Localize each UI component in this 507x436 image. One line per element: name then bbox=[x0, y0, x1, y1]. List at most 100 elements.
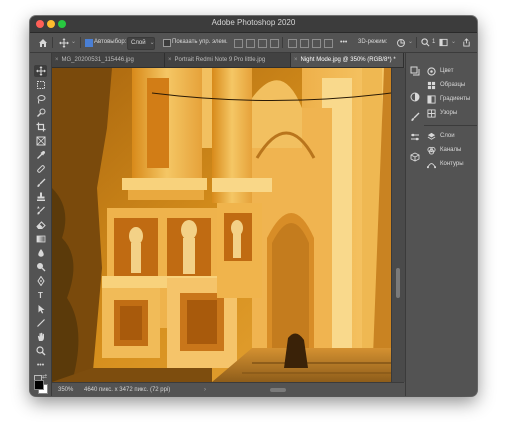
distribute-bottom-icon[interactable] bbox=[312, 39, 321, 48]
options-bar: ⌄ Автовыбор: Слой ⌄ Показать упр. элем. •… bbox=[30, 33, 477, 53]
adjustments-panel-icon[interactable] bbox=[409, 91, 421, 103]
paths-icon bbox=[426, 159, 437, 170]
pen-tool-icon[interactable] bbox=[34, 275, 47, 287]
share-icon[interactable] bbox=[460, 36, 473, 49]
close-tab-icon[interactable]: × bbox=[294, 57, 298, 63]
right-panels: Цвет Образцы Градиенты Узоры Слои Каналы… bbox=[424, 53, 477, 396]
vertical-scrollbar[interactable] bbox=[391, 68, 405, 382]
church-photo bbox=[52, 68, 391, 382]
distribute-spacing-icon[interactable] bbox=[324, 39, 333, 48]
mode-3d-label: 3D-режим: bbox=[358, 39, 388, 45]
panel-label: Слои bbox=[440, 133, 455, 139]
tools-panel: T ••• ⇄ bbox=[30, 53, 52, 396]
align-left-icon[interactable] bbox=[234, 39, 243, 48]
distribute-top-icon[interactable] bbox=[288, 39, 297, 48]
home-icon[interactable] bbox=[36, 36, 49, 49]
history-brush-icon[interactable] bbox=[34, 205, 47, 217]
lasso-tool-icon[interactable] bbox=[34, 93, 47, 105]
channels-icon bbox=[426, 145, 437, 156]
workspace-icon[interactable] bbox=[437, 36, 450, 49]
vertical-scroll-thumb[interactable] bbox=[396, 268, 400, 298]
foreground-color-swatch[interactable] bbox=[34, 380, 44, 390]
panel-item-gradients[interactable]: Градиенты bbox=[426, 93, 476, 105]
brush-tool-icon[interactable] bbox=[34, 177, 47, 189]
marquee-tool-icon[interactable] bbox=[34, 79, 47, 91]
panel-item-swatches[interactable]: Образцы bbox=[426, 79, 476, 91]
path-select-icon[interactable] bbox=[34, 303, 47, 315]
eyedropper-tool-icon[interactable] bbox=[34, 149, 47, 161]
search-icon[interactable] bbox=[419, 36, 432, 49]
options-separator bbox=[52, 37, 53, 48]
photoshop-window: Adobe Photoshop 2020 ⌄ Автовыбор: Слой ⌄ … bbox=[30, 16, 477, 396]
tab-label: MG_20200531_115446.jpg bbox=[61, 57, 134, 63]
zoom-indicator: 1 bbox=[432, 39, 436, 45]
quick-select-tool-icon[interactable] bbox=[34, 107, 47, 119]
align-top-icon[interactable] bbox=[270, 39, 279, 48]
3d-rotate-icon[interactable] bbox=[394, 36, 407, 49]
document-canvas[interactable] bbox=[52, 68, 391, 382]
chevron-right-icon[interactable]: › bbox=[204, 383, 206, 396]
panel-item-paths[interactable]: Контуры bbox=[426, 158, 476, 170]
align-center-icon[interactable] bbox=[246, 39, 255, 48]
panel-label: Градиенты bbox=[440, 96, 471, 102]
panel-label: Узоры bbox=[440, 110, 458, 116]
show-transform-checkbox[interactable] bbox=[163, 39, 171, 47]
clone-stamp-icon[interactable] bbox=[34, 191, 47, 203]
tab-document-2[interactable]: × Portrait Redmi Note 9 Pro little.jpg bbox=[165, 53, 291, 67]
tab-label: Night Mode.jpg @ 350% (RGB/8*) * bbox=[300, 57, 396, 63]
panel-item-layers[interactable]: Слои bbox=[426, 130, 476, 142]
window-title: Adobe Photoshop 2020 bbox=[211, 18, 296, 27]
panel-label: Образцы bbox=[440, 82, 466, 88]
autoselect-label: Автовыбор: bbox=[94, 39, 127, 45]
history-panel-icon[interactable] bbox=[409, 65, 421, 77]
panel-item-color[interactable]: Цвет bbox=[426, 65, 476, 77]
patterns-icon bbox=[426, 108, 437, 119]
move-tool-options-icon[interactable] bbox=[57, 36, 70, 49]
zoom-tool-icon[interactable] bbox=[34, 345, 47, 357]
distribute-middle-icon[interactable] bbox=[300, 39, 309, 48]
chevron-down-icon: ⌄ bbox=[149, 40, 155, 46]
color-wheel-icon bbox=[426, 66, 437, 77]
status-bar: 350% 4640 пикс. x 3472 пикс. (72 ppi) › bbox=[52, 382, 404, 396]
zoom-level[interactable]: 350% bbox=[58, 383, 73, 396]
options-separator bbox=[80, 37, 81, 48]
autoselect-target-value: Слой bbox=[131, 40, 146, 46]
hand-tool-icon[interactable] bbox=[34, 331, 47, 343]
autoselect-target-dropdown[interactable]: Слой ⌄ bbox=[127, 37, 155, 50]
line-tool-icon[interactable] bbox=[34, 317, 47, 329]
horizontal-scroll-thumb[interactable] bbox=[270, 388, 286, 392]
tab-document-1[interactable]: × MG_20200531_115446.jpg bbox=[52, 53, 165, 67]
chevron-down-icon[interactable]: ⌄ bbox=[408, 33, 413, 52]
frame-tool-icon[interactable] bbox=[34, 135, 47, 147]
dodge-tool-icon[interactable] bbox=[34, 261, 47, 273]
3d-panel-icon[interactable] bbox=[409, 151, 421, 163]
more-tools-icon[interactable]: ••• bbox=[34, 359, 47, 371]
align-right-icon[interactable] bbox=[258, 39, 267, 48]
autoselect-checkbox[interactable] bbox=[85, 39, 93, 47]
document-info: 4640 пикс. x 3472 пикс. (72 ppi) bbox=[84, 387, 171, 393]
brush-settings-icon[interactable] bbox=[409, 111, 421, 123]
chevron-down-icon[interactable]: ⌄ bbox=[71, 33, 76, 52]
close-tab-icon[interactable]: × bbox=[55, 57, 59, 63]
close-tab-icon[interactable]: × bbox=[168, 57, 172, 63]
options-separator bbox=[416, 37, 417, 48]
move-tool-icon[interactable] bbox=[34, 65, 47, 77]
tab-label: Portrait Redmi Note 9 Pro little.jpg bbox=[174, 57, 266, 63]
panel-label: Каналы bbox=[440, 147, 462, 153]
crop-tool-icon[interactable] bbox=[34, 121, 47, 133]
options-separator bbox=[282, 37, 283, 48]
eraser-tool-icon[interactable] bbox=[34, 219, 47, 231]
blur-tool-icon[interactable] bbox=[34, 247, 47, 259]
healing-brush-icon[interactable] bbox=[34, 163, 47, 175]
title-bar: Adobe Photoshop 2020 bbox=[30, 16, 477, 33]
panel-item-channels[interactable]: Каналы bbox=[426, 144, 476, 156]
gradient-tool-icon[interactable] bbox=[34, 233, 47, 245]
chevron-down-icon[interactable]: ⌄ bbox=[451, 33, 456, 52]
panel-label: Контуры bbox=[440, 161, 464, 167]
type-tool-icon[interactable]: T bbox=[34, 289, 47, 301]
panel-item-patterns[interactable]: Узоры bbox=[426, 107, 476, 119]
swap-colors-icon[interactable]: ⇄ bbox=[42, 373, 47, 380]
tab-document-active[interactable]: × Night Mode.jpg @ 350% (RGB/8*) * bbox=[291, 53, 404, 67]
properties-panel-icon[interactable] bbox=[409, 131, 421, 143]
more-options-button[interactable]: ••• bbox=[340, 33, 347, 52]
